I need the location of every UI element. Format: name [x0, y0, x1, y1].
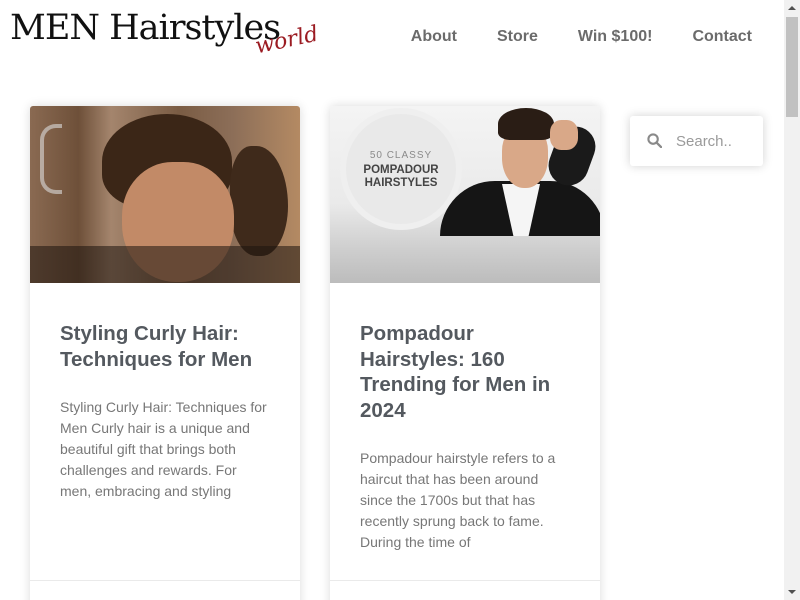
post-thumbnail[interactable]: [30, 106, 300, 283]
post-body: Styling Curly Hair: Techniques for Men S…: [30, 283, 300, 502]
scroll-down-arrow-icon[interactable]: [784, 584, 800, 600]
post-title[interactable]: Pompadour Hairstyles: 160 Trending for M…: [360, 321, 570, 423]
image-badge: 50 CLASSY POMPADOUR HAIRSTYLES: [346, 114, 456, 224]
nav-store[interactable]: Store: [497, 28, 538, 46]
search-input[interactable]: [676, 130, 756, 152]
badge-line-1: 50 CLASSY: [369, 150, 433, 161]
nav-win[interactable]: Win $100!: [578, 28, 653, 46]
post-excerpt: Pompadour hairstyle refers to a haircut …: [360, 450, 556, 550]
nav-contact[interactable]: Contact: [692, 28, 752, 46]
background-sign: [40, 124, 62, 194]
post-body: Pompadour Hairstyles: 160 Trending for M…: [330, 283, 600, 553]
search-icon[interactable]: [647, 133, 662, 148]
post-footer: [330, 580, 600, 600]
post-thumbnail[interactable]: 50 CLASSY POMPADOUR HAIRSTYLES: [330, 106, 600, 283]
post-card[interactable]: Styling Curly Hair: Techniques for Men S…: [30, 106, 300, 600]
post-title[interactable]: Styling Curly Hair: Techniques for Men: [60, 321, 270, 372]
scrollbar[interactable]: [784, 0, 800, 600]
post-footer: [30, 580, 300, 600]
site-logo[interactable]: MEN Hairstyles world: [10, 6, 321, 66]
shadow-shape: [30, 246, 300, 283]
search-box[interactable]: [630, 116, 763, 166]
post-excerpt: Styling Curly Hair: Techniques for Men C…: [60, 399, 267, 499]
hair-shape: [230, 146, 288, 256]
scroll-up-arrow-icon[interactable]: [784, 0, 800, 16]
site-header: MEN Hairstyles world About Store Win $10…: [0, 0, 784, 80]
hand-shape: [550, 120, 578, 150]
scrollbar-thumb[interactable]: [786, 17, 798, 117]
main-nav: About Store Win $100! Contact: [411, 28, 752, 46]
post-card[interactable]: 50 CLASSY POMPADOUR HAIRSTYLES Pompadour…: [330, 106, 600, 600]
nav-about[interactable]: About: [411, 28, 457, 46]
hair-shape: [498, 108, 554, 140]
logo-text: MEN Hairstyles: [10, 8, 281, 48]
badge-line-2: POMPADOUR HAIRSTYLES: [363, 164, 439, 189]
